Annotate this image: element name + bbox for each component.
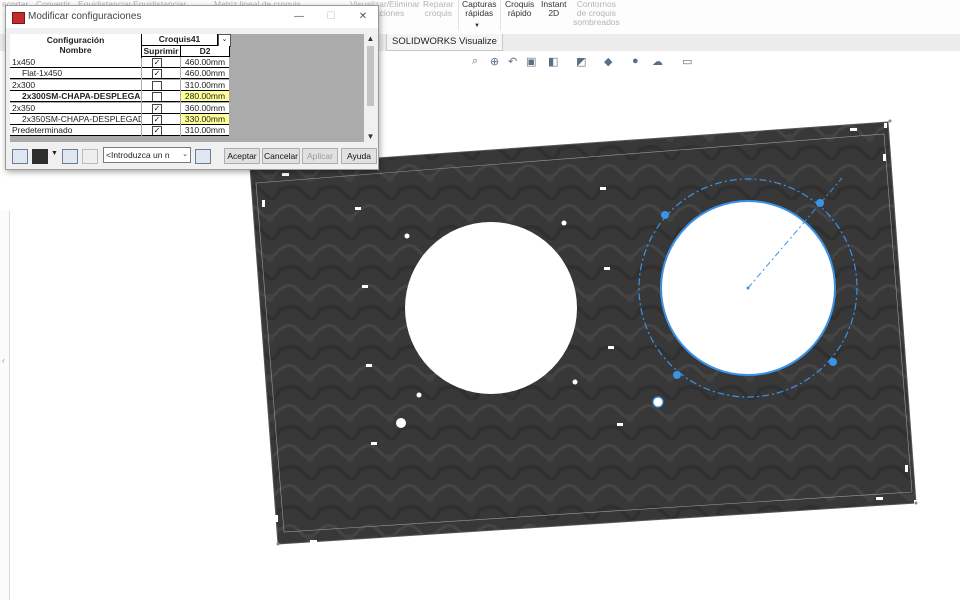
- copy-table-icon: [82, 149, 98, 164]
- suppress-checkbox[interactable]: ✓: [152, 115, 162, 124]
- dialog-title: Modificar configuraciones: [28, 11, 142, 22]
- left-hole: [405, 222, 577, 394]
- close-button[interactable]: ✕: [350, 9, 376, 25]
- sketch-center-point: [746, 286, 750, 290]
- previous-view-icon[interactable]: ↶: [508, 55, 517, 68]
- configuration-name[interactable]: 1x450: [10, 57, 141, 68]
- tab-solidworks-visualize[interactable]: SOLIDWORKS Visualize: [386, 34, 503, 51]
- suppress-cell: ✓: [142, 102, 180, 114]
- dialog-title-bar[interactable]: Modificar configuraciones — ☐ ✕: [6, 6, 378, 28]
- dialog-footer: ▼ <Introduzca un n ⌄ Aceptar Cancelar Ap…: [6, 144, 378, 168]
- configuration-name[interactable]: 2x350: [10, 102, 141, 114]
- solidworks-app-icon: [12, 12, 25, 24]
- sketch-point: [829, 358, 837, 366]
- maximize-button: ☐: [326, 11, 336, 22]
- d2-value-cell[interactable]: 310.00mm: [181, 79, 229, 91]
- scroll-up-icon[interactable]: ▲: [365, 34, 376, 44]
- configuration-name[interactable]: 2x300SM-CHAPA-DESPLEGADA: [10, 91, 141, 103]
- display-style-icon[interactable]: ◩: [576, 55, 586, 68]
- table-scrollbar[interactable]: ▲ ▼: [365, 34, 376, 142]
- suppress-checkbox[interactable]: [152, 80, 162, 90]
- sketch-point: [816, 199, 824, 207]
- d2-value-cell[interactable]: 360.00mm: [181, 102, 229, 114]
- help-button[interactable]: Ayuda: [341, 148, 377, 164]
- suppress-cell: [142, 79, 180, 91]
- ribbon-separator: [500, 0, 501, 30]
- suppress-checkbox[interactable]: ✓: [152, 69, 162, 79]
- small-hole-selected: [652, 396, 664, 408]
- cancel-button[interactable]: Cancelar: [262, 148, 300, 164]
- apply-button: Aplicar: [302, 148, 338, 164]
- chevron-down-icon[interactable]: ▼: [474, 22, 480, 31]
- chevron-down-icon[interactable]: ▼: [51, 150, 58, 157]
- list-view-icon[interactable]: [62, 149, 78, 164]
- configuration-name[interactable]: 2x350SM-CHAPA-DESPLEGADA: [10, 114, 141, 125]
- appearance-icon[interactable]: ●: [632, 55, 639, 67]
- zoom-to-fit-icon[interactable]: ⌕: [472, 55, 478, 68]
- feature-tree-collapsed-edge[interactable]: ‹: [0, 211, 10, 600]
- table-settings-icon[interactable]: [12, 149, 28, 164]
- d2-value-cell[interactable]: 280.00mm: [181, 91, 229, 103]
- ribbon-command-8[interactable]: Croquis rápido: [505, 0, 534, 18]
- monitor-icon[interactable]: ▭: [682, 55, 692, 68]
- traffic-light-icon[interactable]: [32, 149, 48, 164]
- heads-up-view-toolbar: ⌕ ⊕ ↶ ▣ ◧ ◩ ◆ ● ☁ ▭: [468, 52, 708, 72]
- d2-value-cell[interactable]: 310.00mm: [181, 125, 229, 137]
- view-name-combo[interactable]: <Introduzca un n ⌄: [103, 147, 191, 163]
- header-d2: D2: [181, 46, 230, 57]
- suppress-cell: ✓: [142, 114, 180, 125]
- suppress-checkbox[interactable]: [152, 92, 162, 102]
- header-suppress: Suprimir: [142, 46, 181, 57]
- save-table-view-icon[interactable]: [195, 149, 211, 164]
- suppress-cell: ✓: [142, 125, 180, 137]
- small-hole: [396, 418, 406, 428]
- header-configuration-name: Configuración Nombre: [10, 34, 142, 58]
- configuration-name[interactable]: Flat-1x450: [10, 68, 141, 80]
- configuration-name[interactable]: Predeterminado: [10, 125, 141, 137]
- scroll-down-icon[interactable]: ▼: [365, 132, 376, 142]
- ribbon-command-7[interactable]: Capturas rápidas: [462, 0, 497, 18]
- suppress-checkbox[interactable]: ✓: [152, 58, 162, 67]
- view-orientation-icon[interactable]: ◧: [548, 55, 558, 68]
- scroll-thumb[interactable]: [367, 46, 374, 106]
- suppress-checkbox[interactable]: ✓: [152, 103, 162, 113]
- expand-icon[interactable]: ‹: [2, 356, 5, 365]
- ribbon-command-6[interactable]: Reparar croquis: [423, 0, 454, 18]
- d2-value-cell[interactable]: 330.00mm: [181, 114, 229, 125]
- d2-value-cell[interactable]: 460.00mm: [181, 57, 229, 68]
- sketch-point: [673, 371, 681, 379]
- ok-button[interactable]: Aceptar: [224, 148, 260, 164]
- minimize-button[interactable]: —: [286, 9, 312, 25]
- scene-icon[interactable]: ☁: [652, 55, 663, 68]
- suppress-cell: ✓: [142, 57, 180, 68]
- zoom-area-icon[interactable]: ⊕: [490, 55, 499, 68]
- configuration-name[interactable]: 2x300: [10, 79, 141, 91]
- ribbon-command-10[interactable]: Contornos de croquis sombreados: [573, 0, 620, 27]
- hide-show-icon[interactable]: ◆: [604, 55, 612, 68]
- modify-configurations-dialog: Modificar configuraciones — ☐ ✕ Configur…: [5, 5, 379, 170]
- sketch-point: [661, 211, 669, 219]
- section-view-icon[interactable]: ▣: [526, 55, 536, 68]
- suppress-checkbox[interactable]: ✓: [152, 126, 162, 136]
- chevron-down-icon[interactable]: ⌄: [182, 148, 188, 162]
- ribbon-command-9[interactable]: Instant 2D: [541, 0, 567, 18]
- combo-value: <Introduzca un n: [106, 150, 170, 160]
- suppress-cell: [142, 91, 180, 103]
- suppress-cell: ✓: [142, 68, 180, 80]
- configurations-table: Configuración Nombre Croquis41 ⌄ Suprimi…: [10, 34, 364, 142]
- header-feature: Croquis41: [142, 34, 218, 46]
- d2-value-cell[interactable]: 460.00mm: [181, 68, 229, 80]
- ribbon-separator: [458, 0, 459, 30]
